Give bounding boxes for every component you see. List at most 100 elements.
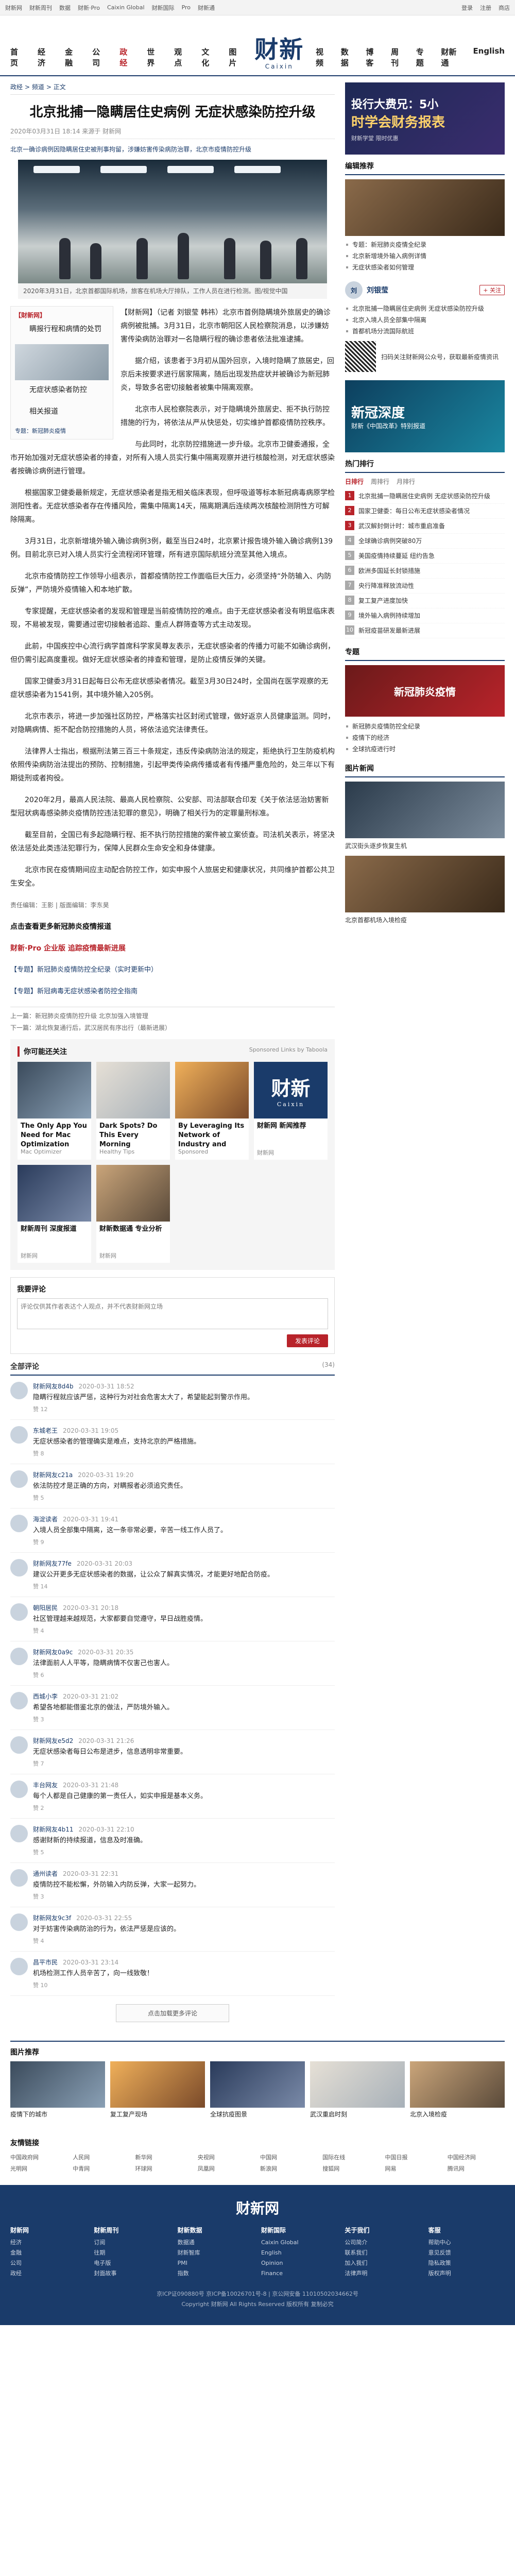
- related-topic-link[interactable]: 【专题】新冠肺炎疫情防控全纪录（实时更新中）: [10, 963, 335, 977]
- bottom-photo-caption[interactable]: 疫情下的城市: [10, 2110, 105, 2128]
- friend-link[interactable]: 中国政府网: [10, 2153, 67, 2161]
- photo-news-image[interactable]: [345, 856, 505, 912]
- nav-item-companies[interactable]: 公司: [92, 46, 106, 68]
- commenter-name[interactable]: 财新网友4b11 2020-03-31 22:10: [33, 1825, 335, 1834]
- sidebar-ad-course[interactable]: 投行大费兄：5小 时学会财务报表 财新学堂 限时优惠: [345, 82, 505, 155]
- footer-link[interactable]: 公司简介: [345, 2238, 421, 2248]
- ranking-item[interactable]: 10 新冠疫苗研发最新进展: [345, 623, 505, 638]
- recommend-card-title[interactable]: 财新周刊 深度报道: [18, 1222, 91, 1251]
- editor-pick-item[interactable]: 北京新增境外输入病例详情: [345, 250, 505, 262]
- editor-picks-image[interactable]: [345, 179, 505, 236]
- bottom-photo-image[interactable]: [110, 2061, 205, 2108]
- recommend-card[interactable]: Dark Spots? Do This Every Morning Health…: [96, 1062, 170, 1160]
- commenter-avatar[interactable]: [10, 1825, 28, 1842]
- topbar-link-2[interactable]: 数据: [59, 4, 71, 12]
- commenter-avatar[interactable]: [10, 1559, 28, 1577]
- topic-banner[interactable]: 新冠肺炎疫情: [345, 665, 505, 717]
- footer-link[interactable]: English: [261, 2248, 337, 2258]
- breadcrumb-item-1[interactable]: 频道: [32, 83, 44, 91]
- bottom-photo-image[interactable]: [410, 2061, 505, 2108]
- footer-link[interactable]: Opinion: [261, 2258, 337, 2268]
- topbar-link-3[interactable]: 财新·Pro: [78, 4, 100, 12]
- inline-box-line[interactable]: 相关报道: [15, 405, 109, 418]
- like-button[interactable]: 赞 8: [33, 1449, 44, 1458]
- ranking-item-title[interactable]: 欧洲多国延长封锁措施: [358, 566, 420, 576]
- commenter-name-text[interactable]: 通州读者: [33, 1870, 58, 1877]
- tab-weekly[interactable]: 周排行: [371, 477, 389, 486]
- sidebar-ad-feature[interactable]: 新冠深度 财新《中国改革》特别报道: [345, 380, 505, 452]
- nav-item-video[interactable]: 视频: [316, 46, 330, 68]
- bottom-photo-image[interactable]: [10, 2061, 105, 2108]
- friend-link[interactable]: 人民网: [73, 2153, 130, 2161]
- inline-box-image[interactable]: [15, 344, 109, 380]
- like-button[interactable]: 赞 4: [33, 1937, 44, 1945]
- commenter-name[interactable]: 西城小李 2020-03-31 21:02: [33, 1692, 335, 1701]
- friend-link[interactable]: 国际在线: [322, 2153, 380, 2161]
- pro-subscription-link[interactable]: 财新·Pro 企业版 追踪疫情最新进展: [10, 942, 335, 955]
- ranking-item[interactable]: 2 国家卫健委：每日公布无症状感染者情况: [345, 504, 505, 519]
- like-button[interactable]: 赞 3: [33, 1892, 44, 1901]
- photo-news-image[interactable]: [345, 782, 505, 838]
- nav-item-home[interactable]: 首页: [10, 46, 24, 68]
- recommend-image[interactable]: [18, 1062, 91, 1118]
- follow-author-button[interactable]: + 关注: [479, 285, 505, 295]
- recommend-card[interactable]: 财新数据通 专业分析 财新网: [96, 1165, 170, 1263]
- login-link[interactable]: 登录: [461, 4, 473, 12]
- commenter-name[interactable]: 海淀读者 2020-03-31 19:41: [33, 1515, 335, 1523]
- commenter-avatar[interactable]: [10, 1692, 28, 1709]
- like-button[interactable]: 赞 5: [33, 1848, 44, 1856]
- friend-link[interactable]: 网易: [385, 2164, 442, 2173]
- ranking-item-title[interactable]: 国家卫健委：每日公布无症状感染者情况: [358, 506, 470, 516]
- friend-link[interactable]: 环球网: [135, 2164, 193, 2173]
- photo-news-caption[interactable]: 武汉街头逐步恢复生机: [345, 841, 505, 851]
- ranking-item-title[interactable]: 全球确诊病例突破80万: [358, 536, 422, 546]
- friend-link[interactable]: 凤凰网: [198, 2164, 255, 2173]
- commenter-name-text[interactable]: 西城小李: [33, 1693, 58, 1700]
- footer-link[interactable]: Caixin Global: [261, 2238, 337, 2248]
- like-button[interactable]: 赞 6: [33, 1671, 44, 1679]
- commenter-name-text[interactable]: 丰台网友: [33, 1782, 58, 1789]
- like-button[interactable]: 赞 5: [33, 1494, 44, 1502]
- ranking-item-title[interactable]: 美国疫情持续蔓延 纽约告急: [358, 551, 435, 561]
- footer-link[interactable]: 法律声明: [345, 2268, 421, 2279]
- commenter-name[interactable]: 朝阳居民 2020-03-31 20:18: [33, 1603, 335, 1612]
- commenter-name[interactable]: 财新网友8d4b 2020-03-31 18:52: [33, 1382, 335, 1391]
- ranking-item-title[interactable]: 央行降准释放流动性: [358, 581, 414, 591]
- footer-logo[interactable]: 财新网: [10, 2197, 505, 2218]
- recommend-card[interactable]: 财新周刊 深度报道 财新网: [18, 1165, 91, 1263]
- like-button[interactable]: 赞 2: [33, 1804, 44, 1812]
- topic-item[interactable]: 疫情下的经济: [345, 732, 505, 743]
- footer-link[interactable]: 隐私政策: [428, 2258, 505, 2268]
- commenter-name-text[interactable]: 财新网友8d4b: [33, 1383, 74, 1390]
- commenter-name-text[interactable]: 财新网友0a9c: [33, 1649, 73, 1656]
- footer-link[interactable]: 指数: [178, 2268, 254, 2279]
- friend-link[interactable]: 新浪网: [260, 2164, 317, 2173]
- nav-item-world[interactable]: 世界: [147, 46, 161, 68]
- footer-link[interactable]: 加入我们: [345, 2258, 421, 2268]
- like-button[interactable]: 赞 12: [33, 1405, 48, 1413]
- nav-item-caixintong[interactable]: 财新通: [441, 46, 461, 68]
- store-link[interactable]: 商店: [499, 4, 510, 12]
- commenter-name-text[interactable]: 财新网友77fe: [33, 1560, 72, 1567]
- commenter-name[interactable]: 东城老王 2020-03-31 19:05: [33, 1426, 335, 1435]
- commenter-name[interactable]: 财新网友9c3f 2020-03-31 22:55: [33, 1913, 335, 1922]
- like-button[interactable]: 赞 4: [33, 1626, 44, 1635]
- footer-link[interactable]: 经济: [10, 2238, 87, 2248]
- photo-news-caption[interactable]: 北京首都机场入境检疫: [345, 916, 505, 925]
- nav-item-politics[interactable]: 政经: [119, 46, 133, 68]
- commenter-avatar[interactable]: [10, 1515, 28, 1532]
- commenter-avatar[interactable]: [10, 1958, 28, 1975]
- commenter-name-text[interactable]: 朝阳居民: [33, 1604, 58, 1612]
- commenter-avatar[interactable]: [10, 1869, 28, 1887]
- footer-link[interactable]: 金融: [10, 2248, 87, 2258]
- nav-item-culture[interactable]: 文化: [201, 46, 215, 68]
- nav-item-english[interactable]: English: [473, 46, 505, 68]
- friend-link[interactable]: 中国经济网: [448, 2153, 505, 2161]
- bottom-photo-card[interactable]: 北京入境检疫: [410, 2061, 505, 2128]
- like-button[interactable]: 赞 14: [33, 1582, 48, 1590]
- bottom-photo-caption[interactable]: 北京入境检疫: [410, 2110, 505, 2128]
- recommend-image[interactable]: [175, 1062, 249, 1118]
- sponsor-label[interactable]: Sponsored Links by Taboola: [249, 1046, 328, 1057]
- caixin-logo-image[interactable]: 财新 Caixin: [254, 1062, 328, 1118]
- friend-link[interactable]: 搜狐网: [322, 2164, 380, 2173]
